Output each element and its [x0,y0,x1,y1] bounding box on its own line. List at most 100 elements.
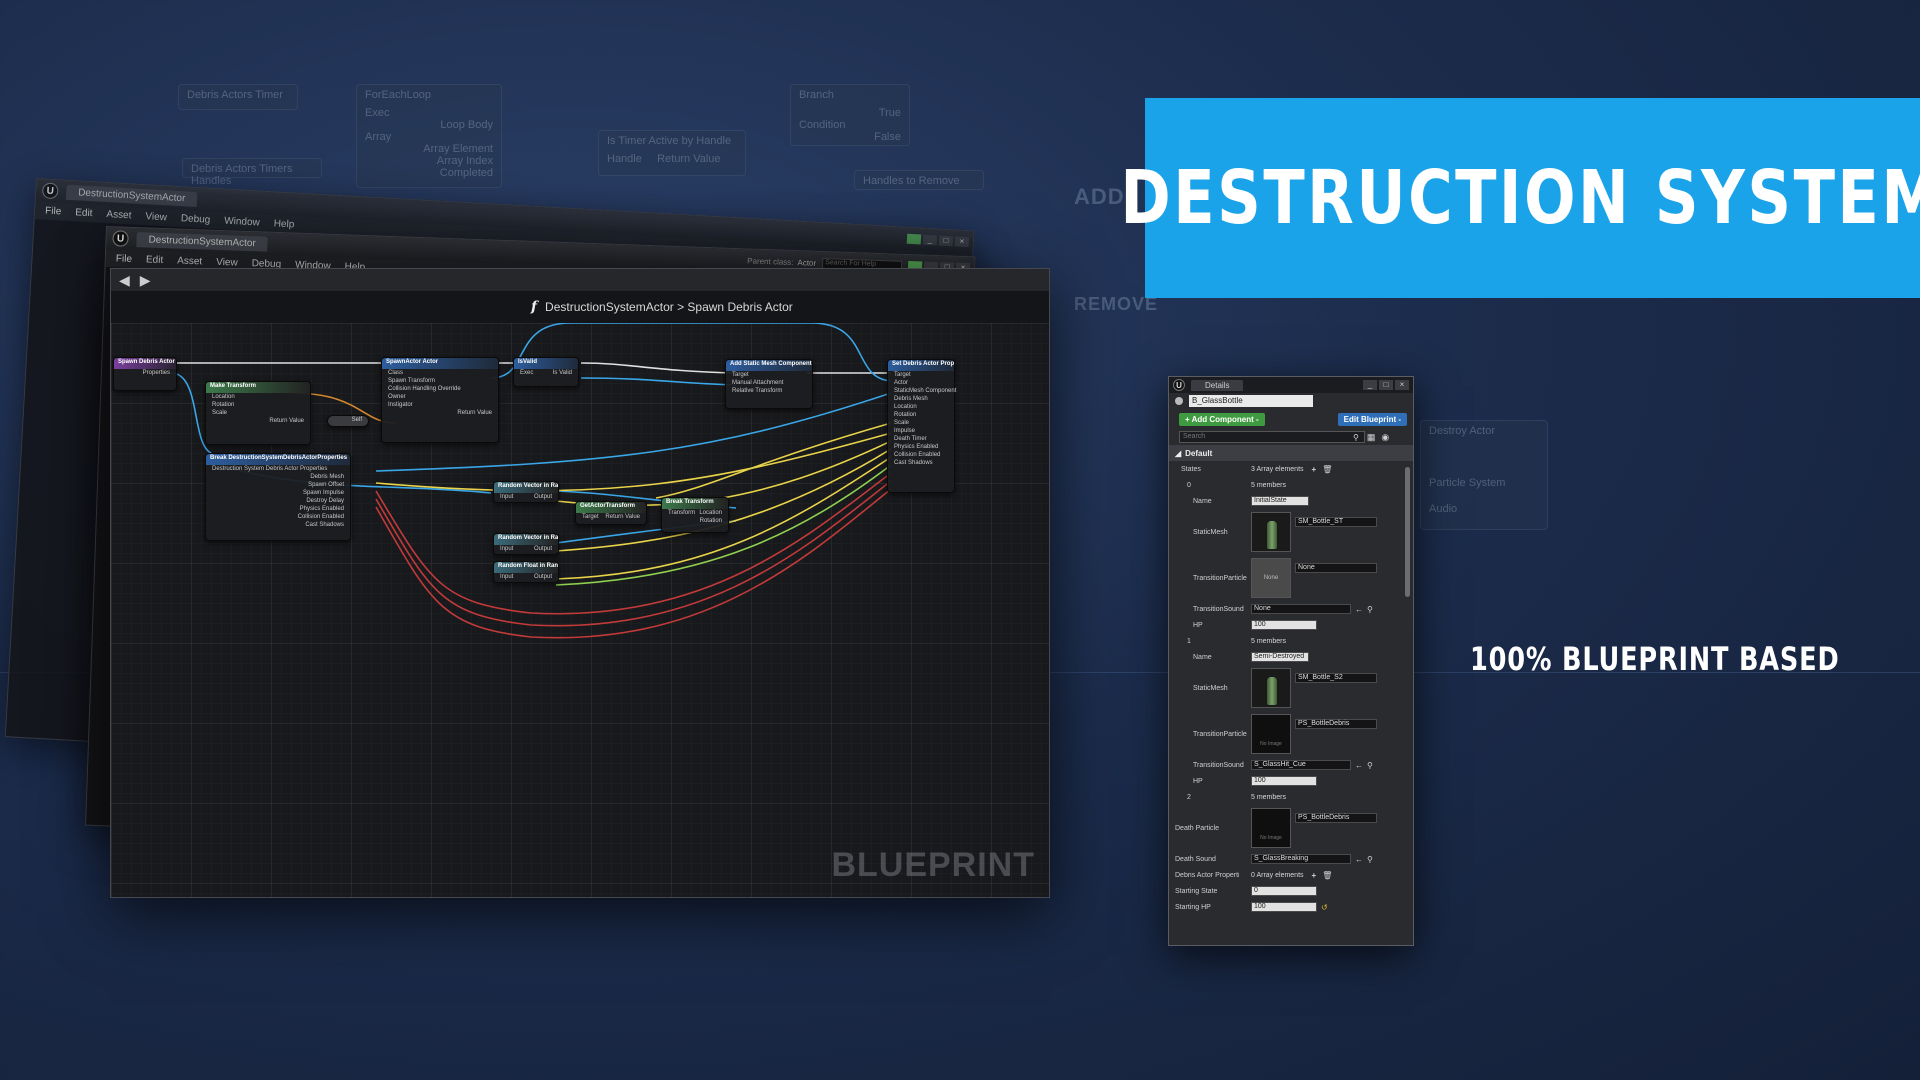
pin[interactable]: Physics Enabled [206,505,350,513]
node-make-transform[interactable]: Make Transform Location Rotation Scale R… [205,381,311,445]
menu-edit[interactable]: Edit [75,207,93,219]
pin[interactable]: Rotation [888,411,954,419]
close-icon[interactable]: × [954,236,970,248]
browse-icon[interactable]: ⚲ [1367,855,1373,864]
trash-icon[interactable]: 🗑 [1322,465,1332,474]
details-scrollbar[interactable] [1405,467,1410,597]
blueprint-name-field[interactable]: B_GlassBottle [1189,395,1313,407]
minimize-icon[interactable]: _ [1363,380,1377,390]
pin[interactable]: Cast Shadows [888,459,954,467]
starting-state-input[interactable]: 0 [1251,886,1317,896]
add-element-icon[interactable]: + [1312,465,1317,474]
node-break-debris-properties[interactable]: Break DestructionSystemDebrisActorProper… [205,453,351,541]
graph-canvas[interactable]: Spawn Debris Actor Properties Make Trans… [111,323,1049,897]
pin[interactable]: Spawn Offset [206,481,350,489]
maximize-icon[interactable]: □ [1379,380,1393,390]
details-search-input[interactable]: Search [1179,431,1365,443]
back-arrow-icon[interactable]: ◀ [119,272,130,289]
menu-asset[interactable]: Asset [106,208,132,220]
forward-arrow-icon[interactable]: ▶ [140,272,151,289]
minimize-icon[interactable]: _ [922,234,938,246]
menu-window[interactable]: Window [224,215,260,228]
pin[interactable]: Collision Handling Override [382,385,498,393]
state-0-particle-select[interactable]: None [1295,563,1377,573]
node-get-actor-transform[interactable]: GetActorTransform Target Return Value [575,501,647,525]
browse-icon[interactable]: ⚲ [1367,761,1373,770]
pin[interactable]: Collision Enabled [206,513,350,521]
pin[interactable]: Properties [114,369,176,377]
node-is-valid[interactable]: IsValid Exec Is Valid [513,357,579,387]
node-random-float[interactable]: Random Float in Range Input Output [493,561,559,583]
node-add-static-mesh[interactable]: Add Static Mesh Component Target Manual … [725,359,813,409]
death-particle-select[interactable]: PS_BottleDebris [1295,813,1377,823]
state-1-particle-select[interactable]: PS_BottleDebris [1295,719,1377,729]
pin[interactable]: StaticMesh Component [888,387,956,395]
details-tab[interactable]: Details [1191,379,1244,391]
pin[interactable]: Relative Transform [726,387,812,395]
state-2-header[interactable]: 2 5 members [1169,789,1413,805]
reset-icon[interactable]: ↺ [1321,903,1328,912]
state-1-name-select[interactable]: Semi-Destroyed [1251,652,1309,662]
pin[interactable]: Manual Attachment [726,379,812,387]
pin[interactable]: Physics Enabled [888,443,954,451]
node-break-transform[interactable]: Break Transform Transform Location Rotat… [661,497,729,533]
pin[interactable]: Death Timer [888,435,954,443]
state-0-mesh-select[interactable]: SM_Bottle_ST [1295,517,1377,527]
pin[interactable]: Scale [206,409,310,417]
eye-icon[interactable]: ◉ [1381,432,1389,443]
menu-debug[interactable]: Debug [181,213,211,226]
pin[interactable]: Actor [888,379,954,387]
use-selected-icon[interactable]: ← [1355,605,1363,614]
pin[interactable]: Instigator [382,401,498,409]
maximize-icon[interactable]: □ [938,235,954,247]
pin[interactable]: Location [888,403,954,411]
state-1-hp-input[interactable]: 100 [1251,776,1317,786]
menu-file[interactable]: File [45,205,62,217]
pin[interactable]: Spawn Transform [382,377,498,385]
trash-icon[interactable]: 🗑 [1322,871,1332,880]
pin[interactable]: Collision Enabled [888,451,954,459]
pin[interactable]: Rotation [206,401,310,409]
pin[interactable]: Destruction System Debris Actor Properti… [206,465,350,473]
pin[interactable]: Impulse [888,427,954,435]
pin[interactable]: Target [726,371,812,379]
pin[interactable]: Target [888,371,954,379]
pin[interactable]: Destroy Delay [206,497,350,505]
state-0-hp-input[interactable]: 100 [1251,620,1317,630]
pin[interactable]: Debris Mesh [888,395,954,403]
state-1-mesh-select[interactable]: SM_Bottle_S2 [1295,673,1377,683]
pin[interactable]: Class [382,369,498,377]
menu-edit[interactable]: Edit [146,254,164,266]
grid-view-icon[interactable]: ▦ [1367,432,1376,443]
node-random-vector-1[interactable]: Random Vector in Range Input Output [493,481,559,503]
death-sound-select[interactable]: S_GlassBreaking [1251,854,1351,864]
starting-hp-input[interactable]: 100 [1251,902,1317,912]
back-window-2-tab[interactable]: DestructionSystemActor [136,231,269,252]
pin[interactable]: Return Value [206,417,310,425]
pin[interactable]: Debris Mesh [206,473,350,481]
pin[interactable]: Spawn Impulse [206,489,350,497]
add-component-button[interactable]: + Add Component - [1179,412,1265,426]
node-random-vector-2[interactable]: Random Vector in Range Input Output [493,533,559,555]
node-spawn-actor[interactable]: SpawnActor Actor Class Spawn Transform C… [381,357,499,443]
use-selected-icon[interactable]: ← [1355,855,1363,864]
state-0-name-select[interactable]: InitialState [1251,496,1309,506]
browse-icon[interactable]: ⚲ [1367,605,1373,614]
use-selected-icon[interactable]: ← [1355,761,1363,770]
menu-asset[interactable]: Asset [177,255,202,267]
node-self[interactable]: Self [327,415,369,427]
pin[interactable]: Scale [888,419,954,427]
pin[interactable]: Rotation [662,517,728,525]
node-set-debris-properties[interactable]: Set Debris Actor Properties Target Actor… [887,359,956,493]
close-icon[interactable]: × [1395,380,1409,390]
pin[interactable]: Cast Shadows [206,521,350,529]
pin[interactable]: Owner [382,393,498,401]
menu-help[interactable]: Help [273,218,294,230]
node-spawn-debris-actor[interactable]: Spawn Debris Actor Properties [113,357,177,391]
state-0-header[interactable]: 0 5 members [1169,477,1413,493]
menu-file[interactable]: File [116,253,132,265]
category-default[interactable]: ◢ Default [1169,445,1413,461]
edit-blueprint-button[interactable]: Edit Blueprint - [1337,412,1407,426]
menu-view[interactable]: View [216,256,238,268]
pin[interactable]: Return Value [382,409,498,417]
